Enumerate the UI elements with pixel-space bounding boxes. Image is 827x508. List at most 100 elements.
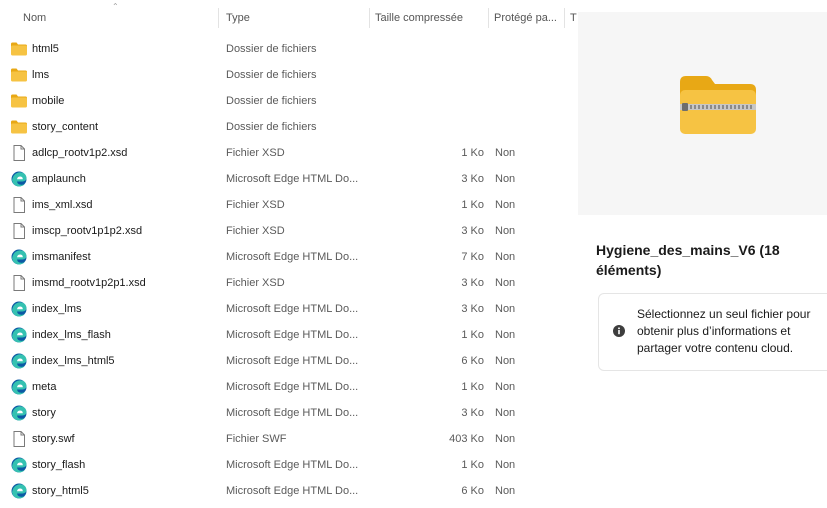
file-name: imsmd_rootv1p2p1.xsd [32,277,146,289]
column-header-row: ⌃ Nom Type Taille compressée Protégé pa.… [0,0,578,36]
file-type: Microsoft Edge HTML Do... [226,303,359,315]
column-header-protected[interactable]: Protégé pa... [494,0,560,36]
edge-icon [10,452,28,478]
file-protected: Non [495,147,516,159]
edge-icon [10,244,28,270]
file-size [380,114,484,140]
file-size: 3 Ko [461,225,484,237]
column-header-type[interactable]: Type [226,0,366,36]
file-name: imsmanifest [32,251,91,263]
column-divider[interactable] [369,8,370,28]
file-protected: Non [495,329,516,341]
file-size: 3 Ko [461,303,484,315]
file-protected [495,36,565,62]
file-icon [10,426,28,452]
file-name: story_flash [32,459,86,471]
file-size: 6 Ko [461,485,484,497]
file-type: Dossier de fichiers [226,95,317,107]
file-type: Microsoft Edge HTML Do... [226,329,359,341]
file-row[interactable]: index_lms_html5 Microsoft Edge HTML Do...… [0,348,578,374]
column-divider[interactable] [488,8,489,28]
file-size: 3 Ko [461,407,484,419]
info-message: Sélectionnez un seul fichier pour obteni… [637,307,811,355]
file-row[interactable]: lms Dossier de fichiers [0,62,578,88]
file-type: Microsoft Edge HTML Do... [226,485,359,497]
file-type: Dossier de fichiers [226,121,317,133]
file-size: 1 Ko [461,147,484,159]
file-name: amplaunch [32,173,86,185]
file-row[interactable]: imsmd_rootv1p2p1.xsd Fichier XSD 3 Ko Non [0,270,578,296]
column-divider[interactable] [564,8,565,28]
file-row[interactable]: ims_xml.xsd Fichier XSD 1 Ko Non [0,192,578,218]
file-row[interactable]: mobile Dossier de fichiers [0,88,578,114]
file-row[interactable]: index_lms_flash Microsoft Edge HTML Do...… [0,322,578,348]
file-row[interactable]: amplaunch Microsoft Edge HTML Do... 3 Ko No… [0,166,578,192]
file-size: 7 Ko [461,251,484,263]
file-icon [10,192,28,218]
file-name: story [32,407,56,419]
file-row[interactable]: story_html5 Microsoft Edge HTML Do... 6 Ko… [0,478,578,504]
edge-icon [10,374,28,400]
file-size: 1 Ko [461,329,484,341]
file-size: 3 Ko [461,277,484,289]
file-type: Fichier XSD [226,277,285,289]
file-name: story.swf [32,433,75,445]
file-rows: html5 Dossier de fichiers lms Dossier de fi… [0,36,578,504]
file-icon [10,140,28,166]
file-type: Dossier de fichiers [226,43,317,55]
folder-icon [10,62,28,88]
edge-icon [10,478,28,504]
column-divider[interactable] [218,8,219,28]
selected-folder-title: Hygiene_des_mains_V6 (18 éléments) [596,242,780,278]
file-list: ⌃ Nom Type Taille compressée Protégé pa.… [0,0,578,508]
file-protected: Non [495,199,516,211]
preview-area [578,12,827,215]
file-type: Fichier XSD [226,147,285,159]
file-type: Fichier SWF [226,433,287,445]
file-row[interactable]: story_content Dossier de fichiers [0,114,578,140]
file-name: imscp_rootv1p1p2.xsd [32,225,143,237]
column-header-truncated[interactable]: T [570,0,578,36]
file-row[interactable]: meta Microsoft Edge HTML Do... 1 Ko Non [0,374,578,400]
file-type: Microsoft Edge HTML Do... [226,381,359,393]
file-name: ims_xml.xsd [32,199,93,211]
file-protected: Non [495,225,516,237]
file-row[interactable]: imscp_rootv1p1p2.xsd Fichier XSD 3 Ko Non [0,218,578,244]
file-protected: Non [495,251,516,263]
file-protected: Non [495,355,516,367]
file-name: html5 [32,43,59,55]
file-size [380,88,484,114]
file-row[interactable]: story.swf Fichier SWF 403 Ko Non [0,426,578,452]
file-name: mobile [32,95,65,107]
column-header-name[interactable]: Nom [23,0,213,36]
file-type: Dossier de fichiers [226,69,317,81]
edge-icon [10,400,28,426]
file-type: Microsoft Edge HTML Do... [226,251,359,263]
file-protected: Non [495,173,516,185]
file-row[interactable]: index_lms Microsoft Edge HTML Do... 3 Ko No… [0,296,578,322]
file-explorer-window: ⌃ Nom Type Taille compressée Protégé pa.… [0,0,827,508]
file-protected [495,62,565,88]
edge-icon [10,348,28,374]
file-size: 403 Ko [449,433,484,445]
file-name: story_content [32,121,99,133]
file-icon [10,218,28,244]
file-type: Microsoft Edge HTML Do... [226,459,359,471]
file-type: Fichier XSD [226,225,285,237]
details-pane: Hygiene_des_mains_V6 (18 éléments) Sélec… [578,0,827,508]
file-size: 1 Ko [461,381,484,393]
file-type: Microsoft Edge HTML Do... [226,407,359,419]
file-name: story_html5 [32,485,89,497]
file-row[interactable]: html5 Dossier de fichiers [0,36,578,62]
file-row[interactable]: story Microsoft Edge HTML Do... 3 Ko Non [0,400,578,426]
file-row[interactable]: imsmanifest Microsoft Edge HTML Do... 7 Ko… [0,244,578,270]
file-name: index_lms_html5 [32,355,115,367]
file-size [380,62,484,88]
file-row[interactable]: adlcp_rootv1p2.xsd Fichier XSD 1 Ko Non [0,140,578,166]
column-header-compressed-size[interactable]: Taille compressée [375,0,483,36]
file-size: 3 Ko [461,173,484,185]
file-protected [495,88,565,114]
file-row[interactable]: story_flash Microsoft Edge HTML Do... 1 Ko… [0,452,578,478]
folder-icon [10,114,28,140]
file-size: 1 Ko [461,459,484,471]
